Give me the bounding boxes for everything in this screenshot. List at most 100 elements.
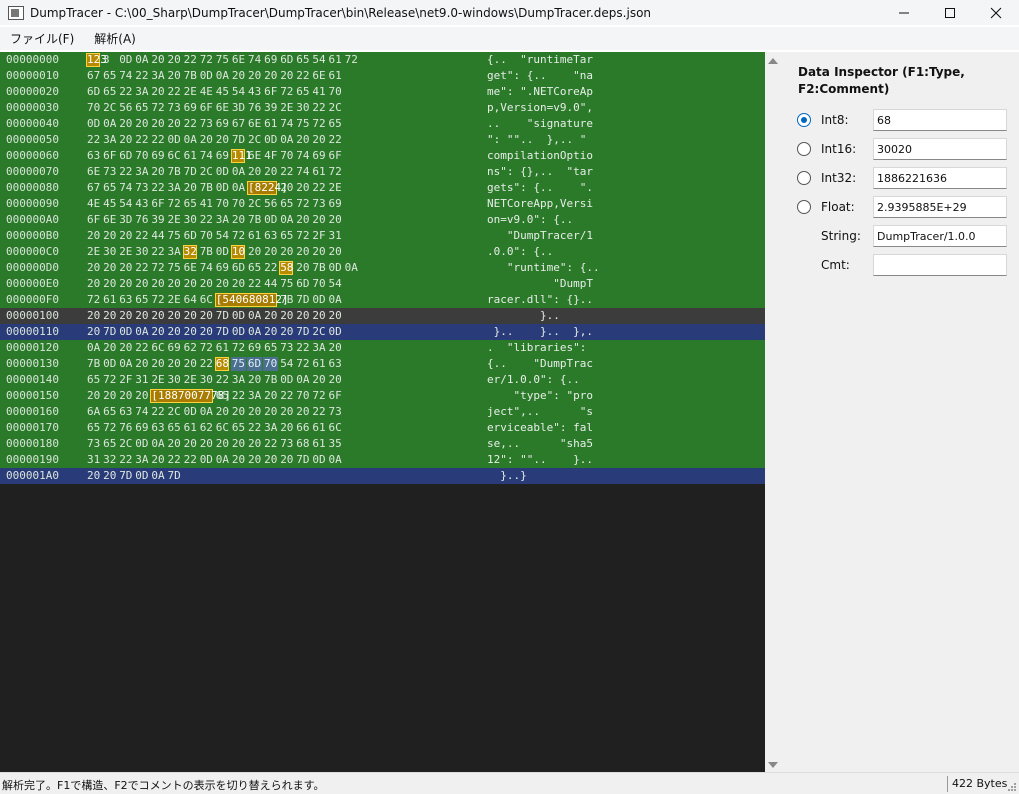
hex-scrollbar[interactable] [765,52,781,772]
hex-byte[interactable]: 20 [232,404,248,420]
hex-byte[interactable]: 20 [296,308,312,324]
ascii-text[interactable]: ject",.. "s [487,404,593,420]
hex-byte[interactable]: 20 [248,372,264,388]
hex-byte[interactable]: 0D [200,68,216,84]
struct-marker[interactable]: 68 [214,357,229,371]
hex-byte[interactable]: 31 [329,228,345,244]
hex-byte[interactable]: 2C [103,100,119,116]
hex-byte[interactable]: 63 [119,404,135,420]
hex-row[interactable]: 000000E0 20 20 20 20 20 20 20 20 20 20 22 44 75 6D 70 54… [0,276,765,292]
ascii-text[interactable]: er/1.0.0": {.. [487,372,580,388]
hex-byte[interactable]: 20 [296,132,312,148]
hex-byte[interactable]: 76 [119,420,135,436]
hex-byte[interactable]: 20 [168,68,184,84]
hex-byte[interactable]: 2C [168,404,184,420]
hex-byte[interactable]: 6C [200,292,216,308]
struct-marker[interactable]: 123 [86,53,107,67]
hex-byte[interactable]: 20 [248,244,264,260]
hex-byte[interactable]: 6C [216,420,232,436]
hex-byte[interactable]: 65 [248,260,264,276]
hex-byte[interactable]: 0A [200,404,216,420]
hex-byte[interactable]: 2E [151,372,167,388]
hex-byte[interactable]: 20 [184,308,200,324]
hex-byte[interactable]: 0A [135,324,151,340]
hex-byte[interactable]: 7D [168,468,184,484]
hex-byte[interactable]: 30 [200,372,216,388]
hex-byte[interactable]: 20 [264,452,280,468]
hex-byte[interactable]: 20 [248,436,264,452]
hex-byte[interactable]: 0D [216,244,232,260]
hex-byte[interactable]: 39 [151,212,167,228]
hex-row[interactable]: 00000030 70 2C 56 65 72 73 69 6F 6E 3D 76 39 2E 30 22 2C… [0,100,765,116]
hex-byte[interactable]: 69 [184,100,200,116]
hex-byte[interactable]: 7D [184,164,200,180]
close-button[interactable] [973,0,1019,25]
hex-byte[interactable]: 65 [280,196,296,212]
hex-byte[interactable]: 22 [119,452,135,468]
hex-byte[interactable]: 0A [151,468,167,484]
hex-byte[interactable]: 20 [151,324,167,340]
hex-byte[interactable]: 2C [119,436,135,452]
hex-byte[interactable]: 20 [248,452,264,468]
hex-byte[interactable]: 54 [280,356,296,372]
hex-byte[interactable]: 20 [135,356,151,372]
hex-byte[interactable]: 70 [312,276,328,292]
hex-byte[interactable]: 7B [248,212,264,228]
int8-field[interactable] [873,109,1007,131]
hex-byte[interactable]: 66 [296,420,312,436]
hex-byte[interactable]: 69 [216,260,232,276]
hex-row[interactable]: 00000180 73 65 2C 0D 0A 20 20 20 20 20 20 22 73 68 61 35… [0,436,765,452]
hex-byte[interactable]: 22 [87,132,103,148]
hex-byte[interactable]: 22 [151,132,167,148]
hex-byte[interactable]: 22 [135,260,151,276]
struct-marker[interactable]: [1887007778] [150,389,231,403]
hex-byte[interactable]: 65 [296,52,312,68]
hex-byte[interactable]: 0A [329,452,345,468]
hex-byte[interactable]: 61 [216,340,232,356]
hex-byte[interactable]: 6F [200,100,216,116]
hex-byte[interactable]: 61 [329,68,345,84]
hex-byte[interactable]: 20 [168,52,184,68]
hex-row[interactable]: 00000010 67 65 74 22 3A 20 7B 0D 0A 20 20 20 20 22 6E 61… [0,68,765,84]
hex-byte[interactable]: 20 [248,68,264,84]
hex-byte[interactable]: 0A [345,260,361,276]
hex-byte[interactable]: 20 [103,260,119,276]
hex-byte[interactable]: 0D [312,292,328,308]
hex-byte[interactable]: 22 [296,340,312,356]
hex-byte[interactable]: 20 [151,84,167,100]
hex-byte[interactable]: 72 [151,260,167,276]
hex-byte[interactable]: 0A [151,436,167,452]
hex-byte[interactable]: 3A [135,84,151,100]
hex-byte[interactable]: 45 [103,196,119,212]
hex-byte[interactable]: 0D [119,324,135,340]
hex-byte[interactable]: 31 [135,372,151,388]
hex-byte[interactable]: 0D [216,164,232,180]
hex-byte[interactable]: 20 [280,244,296,260]
hex-byte[interactable]: 20 [264,244,280,260]
maximize-button[interactable] [927,0,973,25]
hex-row[interactable]: 00000060 63 6F 6D 70 69 6C 61 74 69 6E 4F 70 74 69 6F co… [0,148,765,164]
hex-byte[interactable]: 31 [87,452,103,468]
hex-byte[interactable]: 2E [168,292,184,308]
hex-byte[interactable]: 35 [329,436,345,452]
hex-row[interactable]: 000000F0 72 61 63 65 72 2E 64 6C 7B 7D 0D 0A racer.dl… [0,292,765,308]
hex-byte[interactable]: 20 [329,244,345,260]
hex-byte[interactable]: 20 [296,212,312,228]
hex-byte[interactable]: 6F [329,148,345,164]
hex-byte[interactable]: 30 [296,100,312,116]
ascii-text[interactable]: {.. "runtimeTar [487,52,593,68]
hex-byte[interactable]: 20 [119,116,135,132]
hex-byte[interactable]: 20 [280,404,296,420]
hex-byte[interactable]: 70 [329,84,345,100]
hex-byte[interactable]: 22 [151,404,167,420]
hex-byte[interactable]: 20 [168,116,184,132]
ascii-text[interactable]: gets": {.. ". [487,180,593,196]
hex-byte[interactable]: 7D [216,324,232,340]
hex-byte[interactable]: 65 [87,420,103,436]
string-field[interactable] [873,225,1007,247]
hex-byte[interactable]: 20 [200,276,216,292]
hex-byte[interactable]: 65 [135,292,151,308]
int32-radio[interactable] [797,171,811,185]
hex-byte[interactable]: 69 [329,196,345,212]
hex-byte[interactable]: 20 [280,452,296,468]
